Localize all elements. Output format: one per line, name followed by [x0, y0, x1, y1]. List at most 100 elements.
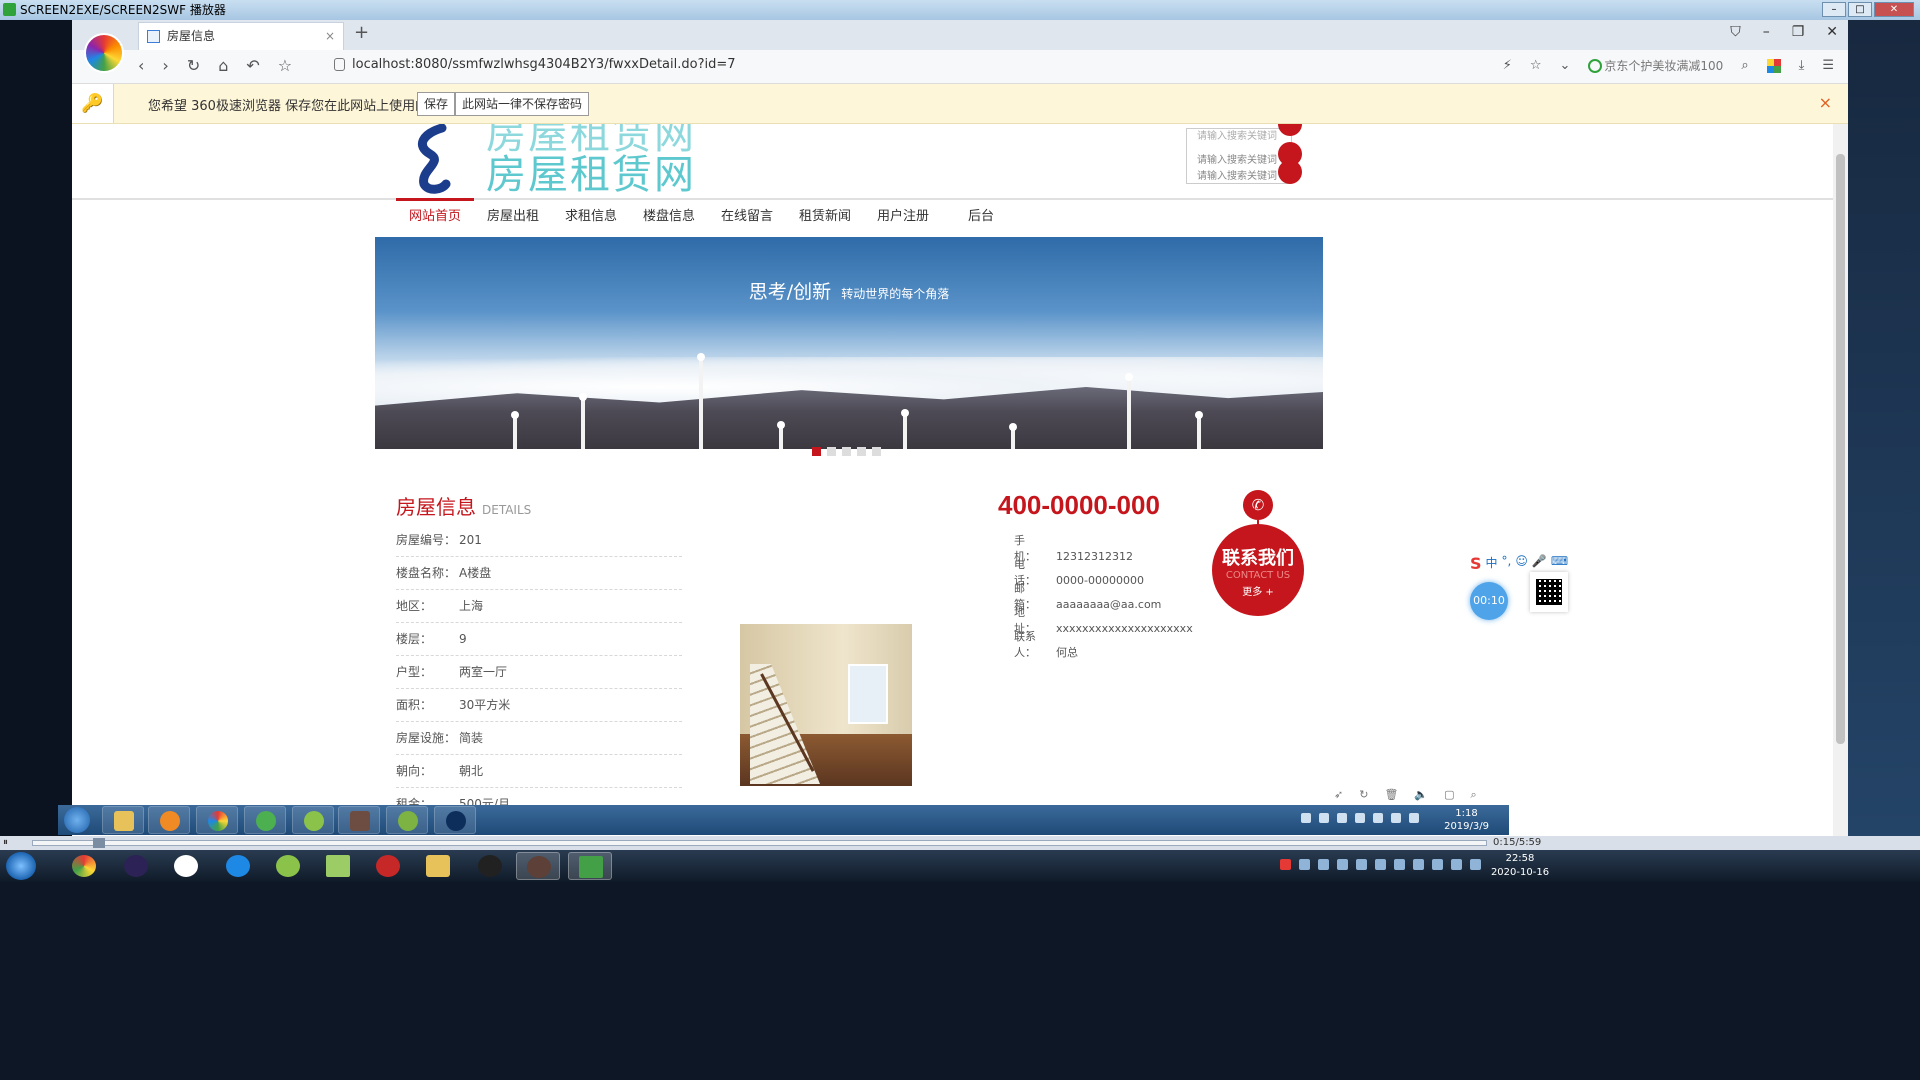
- favorite-star-icon[interactable]: ☆: [1530, 58, 1542, 73]
- search-icon[interactable]: ⌕: [1741, 58, 1748, 73]
- detail-key: 楼盘名称：: [396, 566, 457, 580]
- sogou-ime-icon[interactable]: S: [1470, 554, 1482, 573]
- search-box[interactable]: 请输入搜索关键词 请输入搜索关键词 请输入搜索关键词: [1186, 128, 1292, 184]
- baidu-netdisk-icon[interactable]: [164, 852, 208, 880]
- back-icon[interactable]: ‹: [138, 56, 144, 75]
- green-app-icon[interactable]: [386, 806, 428, 834]
- scrollbar-thumb[interactable]: [1836, 154, 1845, 744]
- punctuation-icon[interactable]: °,: [1502, 554, 1512, 573]
- keyboard-icon[interactable]: ⌨: [1551, 554, 1568, 573]
- media-player-app-icon[interactable]: [148, 806, 190, 834]
- skin-icon[interactable]: ⛉: [1730, 24, 1741, 40]
- lightning-icon[interactable]: ⚡: [1503, 58, 1512, 73]
- detail-value: A楼盘: [459, 566, 492, 580]
- mic-icon[interactable]: 🎤: [1532, 554, 1547, 573]
- host-start-icon[interactable]: [6, 852, 36, 880]
- forward-icon[interactable]: ›: [162, 56, 168, 75]
- window-icon[interactable]: ▢: [1444, 788, 1454, 802]
- download-icon[interactable]: ⤓: [1799, 58, 1805, 73]
- floating-timer[interactable]: 00:10: [1470, 582, 1508, 620]
- minimize-icon[interactable]: –: [1763, 24, 1770, 40]
- explorer-app-icon[interactable]: [102, 806, 144, 834]
- nav-item-5[interactable]: 租赁新闻: [786, 206, 864, 228]
- emoji-icon[interactable]: ☺: [1515, 554, 1528, 573]
- apps-grid-icon[interactable]: [1766, 58, 1781, 73]
- never-save-button[interactable]: 此网站一律不保存密码: [455, 92, 590, 116]
- contact-more-link[interactable]: 更多 +: [1212, 583, 1304, 598]
- search-button-2[interactable]: [1278, 160, 1302, 184]
- nav-item-0[interactable]: 网站首页: [396, 206, 474, 228]
- banner-dot[interactable]: [842, 447, 851, 456]
- dropdown-icon[interactable]: ⌄: [1560, 58, 1571, 73]
- pause-icon[interactable]: ⏸: [3, 837, 8, 848]
- tool-app-icon[interactable]: [338, 806, 380, 834]
- player-close-button[interactable]: ✕: [1874, 2, 1914, 17]
- recorded-start-icon[interactable]: [64, 807, 90, 833]
- nav-item-1[interactable]: 房屋出租: [474, 206, 552, 228]
- nav-item-2[interactable]: 求租信息: [552, 206, 630, 228]
- banner-dot[interactable]: [827, 447, 836, 456]
- host-clock-date: 2020-10-16: [1490, 867, 1550, 878]
- chrome-app-icon[interactable]: [62, 852, 106, 880]
- nav-item-7[interactable]: 后台: [942, 206, 1020, 228]
- notepad-app-icon[interactable]: [316, 852, 360, 880]
- eclipse-app-icon[interactable]: [434, 806, 476, 834]
- undo-close-icon[interactable]: ↶: [246, 56, 259, 75]
- banner-dot[interactable]: [872, 447, 881, 456]
- contact-row: 联系人： 何总: [1014, 628, 1078, 660]
- bookmark-star-icon[interactable]: ☆: [278, 56, 292, 75]
- player-maximize-button[interactable]: □: [1848, 2, 1872, 17]
- restore-icon[interactable]: ❐: [1792, 24, 1805, 40]
- hero-banner: 思考/创新 转动世界的每个角落: [375, 237, 1323, 449]
- folder-app-icon[interactable]: [416, 852, 460, 880]
- seek-knob[interactable]: [93, 838, 106, 848]
- browser-app-icon[interactable]: [196, 806, 238, 834]
- leaf-app-icon[interactable]: [292, 806, 334, 834]
- flash-app-icon[interactable]: [366, 852, 410, 880]
- edge-app-icon[interactable]: [216, 852, 260, 880]
- detail-value: 简装: [459, 731, 484, 745]
- reload-icon[interactable]: ↻: [187, 56, 200, 75]
- banner-dot[interactable]: [812, 447, 821, 456]
- banner-dot[interactable]: [857, 447, 866, 456]
- home-icon[interactable]: ⌂: [218, 56, 228, 75]
- key-icon: 🔑: [72, 84, 114, 123]
- search-input[interactable]: 请输入搜索关键词: [1197, 153, 1291, 169]
- player-title: SCREEN2EXE/SCREEN2SWF 播放器: [20, 3, 226, 17]
- accelerate-icon[interactable]: ➶: [1334, 788, 1343, 802]
- close-icon[interactable]: ✕: [1826, 24, 1838, 40]
- save-password-button[interactable]: 保存: [417, 92, 456, 116]
- qq-app-icon[interactable]: [468, 852, 512, 880]
- tab-close-icon[interactable]: ×: [325, 23, 335, 49]
- 360-app-icon[interactable]: [244, 806, 286, 834]
- browser-logo-icon[interactable]: [84, 33, 124, 73]
- promo-search[interactable]: 京东个护美妆满减100: [1588, 57, 1723, 74]
- nav-item-4[interactable]: 在线留言: [708, 206, 786, 228]
- tab-house-info[interactable]: 房屋信息 ×: [138, 22, 344, 50]
- green-leaf-icon[interactable]: [266, 852, 310, 880]
- nav-item-6[interactable]: 用户注册: [864, 206, 942, 228]
- recorded-taskbar: 1:18 2019/3/9: [58, 805, 1509, 835]
- qr-code-icon[interactable]: [1530, 572, 1568, 612]
- tab-bar: 房屋信息 × + ⛉ – ❐ ✕: [72, 20, 1848, 73]
- contact-us-badge[interactable]: ✆ 联系我们 CONTACT US 更多 +: [1212, 490, 1304, 618]
- address-bar[interactable]: localhost:8080/ssmfwzlwhsg4304B2Y3/fwxxD…: [334, 57, 736, 72]
- eclipse-app-icon[interactable]: [114, 852, 158, 880]
- nav-item-3[interactable]: 楼盘信息: [630, 206, 708, 228]
- seek-track[interactable]: [32, 840, 1487, 846]
- ime-mode-label[interactable]: 中: [1486, 554, 1498, 573]
- site-title: 房屋租赁网: [486, 152, 696, 198]
- trash-icon[interactable]: 🗑: [1384, 788, 1398, 802]
- new-tab-icon[interactable]: +: [354, 22, 369, 43]
- volume-icon[interactable]: 🔈: [1414, 788, 1428, 802]
- screen2swf-app-icon[interactable]: [568, 852, 612, 880]
- menu-icon[interactable]: ☰: [1822, 58, 1834, 73]
- detail-key: 户型：: [396, 665, 433, 679]
- search-input-2[interactable]: 请输入搜索关键词: [1197, 169, 1291, 185]
- player-minimize-button[interactable]: –: [1822, 2, 1846, 17]
- close-save-bar-icon[interactable]: ×: [1819, 93, 1832, 112]
- contact-badge-cn: 联系我们: [1222, 548, 1294, 569]
- zoom-icon[interactable]: ⌕: [1471, 788, 1477, 802]
- avatar-app-icon[interactable]: [516, 852, 560, 880]
- refresh-status-icon[interactable]: ↻: [1359, 788, 1368, 802]
